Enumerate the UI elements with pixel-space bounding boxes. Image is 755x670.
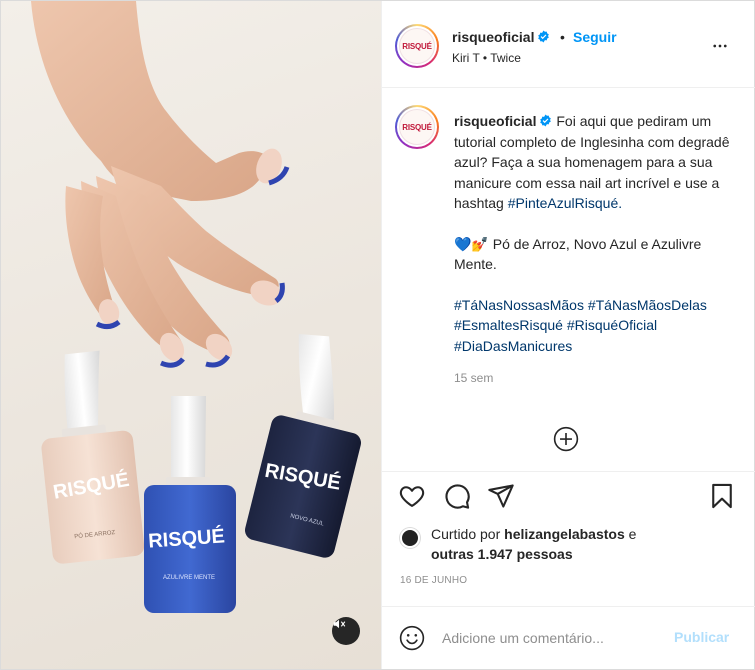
bookmark-icon[interactable] <box>708 482 736 510</box>
avatar-logo: RISQUÉ <box>399 109 435 145</box>
follow-button[interactable]: Seguir <box>573 29 617 45</box>
caption-username[interactable]: risqueoficial <box>454 113 536 129</box>
comment-icon[interactable] <box>443 482 471 510</box>
author-username[interactable]: risqueoficial <box>452 29 534 45</box>
author-avatar[interactable]: RISQUÉ <box>395 24 439 68</box>
caption-emojis: 💙💅 <box>454 235 489 252</box>
hashtag-link[interactable]: #EsmaltesRisqué <box>454 317 563 333</box>
emoji-icon[interactable] <box>399 625 425 651</box>
likes-prefix: Curtido por <box>431 526 501 542</box>
comments-section: RISQUÉ risqueoficial Foi aqui que pedira… <box>382 89 755 471</box>
more-options-icon[interactable] <box>708 37 732 55</box>
avatar-logo: RISQUÉ <box>399 28 435 64</box>
share-icon[interactable] <box>487 482 515 510</box>
mute-button[interactable] <box>332 617 360 645</box>
hashtag-link[interactable]: #DiaDasManicures <box>454 338 572 354</box>
hashtag-link[interactable]: #PinteAzulRisqué. <box>508 195 622 211</box>
mute-icon <box>333 619 346 629</box>
post-caption: risqueoficial Foi aqui que pediram um tu… <box>454 111 739 389</box>
audio-track-link[interactable]: Kiri T • Twice <box>452 51 521 65</box>
caption-timestamp[interactable]: 15 sem <box>454 368 739 389</box>
instagram-post: RISQUÉ PÓ DE ARROZ RISQUÉ AZULIVRE MENTE… <box>0 0 755 670</box>
caption-author-avatar[interactable]: RISQUÉ <box>395 105 439 149</box>
nail-polish-bottle-azulivre-mente: RISQUÉ AZULIVRE MENTE <box>144 396 236 613</box>
comment-input[interactable] <box>442 627 662 649</box>
header-separator: • <box>560 29 565 45</box>
caption-text-colors: Pó de Arroz, Novo Azul e Azulivre Mente. <box>454 235 702 273</box>
action-bar <box>382 471 755 517</box>
liker-username[interactable]: helizangelabastos <box>504 526 625 542</box>
post-header: RISQUÉ risqueoficial • Seguir Kiri T • T… <box>382 1 755 88</box>
hashtag-link[interactable]: #RisquéOficial <box>567 317 657 333</box>
verified-icon <box>540 114 552 127</box>
comment-composer: Publicar <box>382 606 755 669</box>
heart-icon[interactable] <box>398 482 426 510</box>
load-more-comments-icon[interactable] <box>553 426 579 452</box>
likes-conjunction: e <box>628 526 637 542</box>
bottle-shade-label: AZULIVRE MENTE <box>163 575 215 581</box>
hand-illustration <box>31 1 290 368</box>
author-username-link[interactable]: risqueoficial <box>452 29 550 45</box>
liker-avatar[interactable] <box>400 528 420 548</box>
post-date[interactable]: 16 DE JUNHO <box>400 575 467 586</box>
post-media[interactable]: RISQUÉ PÓ DE ARROZ RISQUÉ AZULIVRE MENTE… <box>1 1 381 669</box>
post-side-panel: RISQUÉ risqueoficial • Seguir Kiri T • T… <box>381 1 755 669</box>
nail-polish-bottle-po-de-arroz: RISQUÉ PÓ DE ARROZ <box>41 350 145 564</box>
verified-icon <box>538 30 550 43</box>
hashtag-link[interactable]: #TáNasNossasMãos <box>454 297 584 313</box>
hashtag-link[interactable]: #TáNasMãosDelas <box>588 297 707 313</box>
likes-count-link[interactable]: outras 1.947 pessoas <box>431 546 573 562</box>
publish-button[interactable]: Publicar <box>674 629 729 645</box>
media-illustration: RISQUÉ PÓ DE ARROZ RISQUÉ AZULIVRE MENTE… <box>31 1 362 613</box>
nail-polish-bottle-novo-azul: RISQUÉ NOVO AZUL <box>245 333 362 558</box>
